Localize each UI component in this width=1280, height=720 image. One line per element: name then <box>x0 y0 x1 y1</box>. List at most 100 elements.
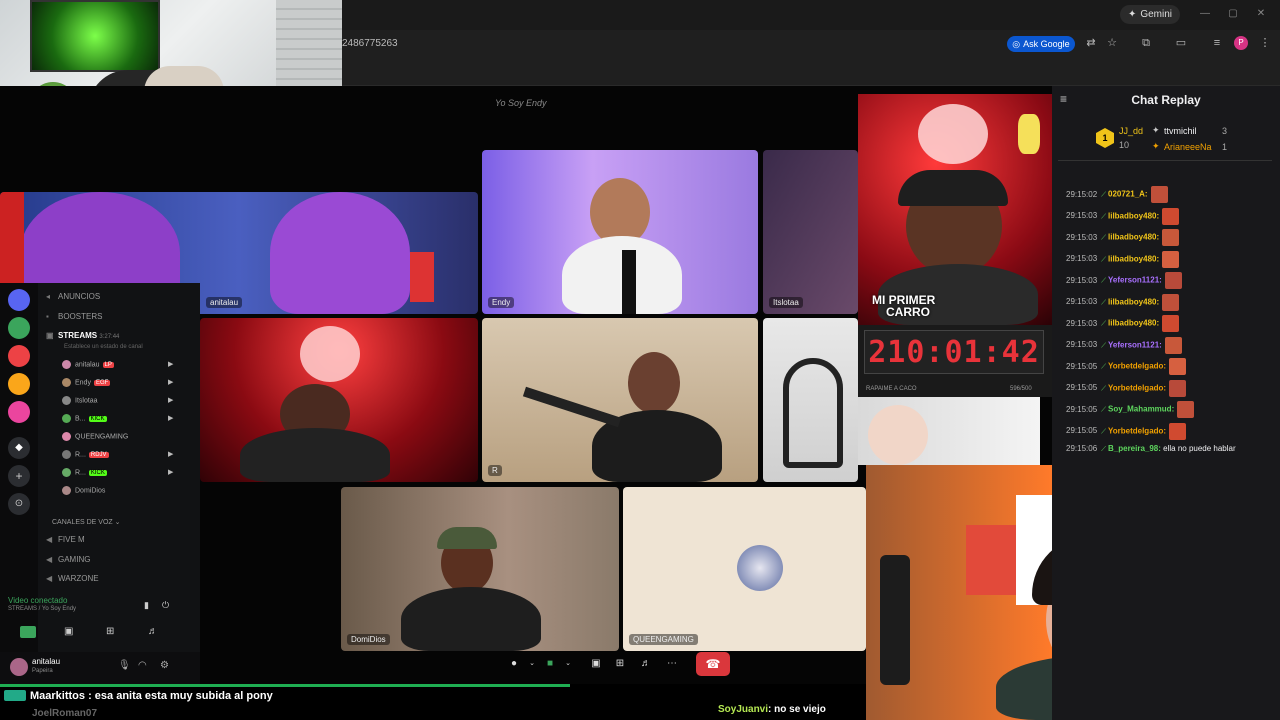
settings-gear-icon[interactable]: ⚙ <box>160 660 169 671</box>
chat-username[interactable]: Yorbetdelgado: <box>1108 383 1166 392</box>
chat-message: 29:15:03 ⟋ Yeferson1121: <box>1066 272 1182 289</box>
avatar[interactable] <box>10 658 28 676</box>
minimize-icon[interactable]: — <box>1198 8 1212 20</box>
gemini-label: Gemini <box>1140 9 1173 20</box>
server-icon[interactable] <box>8 401 30 423</box>
soundboard-icon[interactable]: ♬ <box>636 654 656 674</box>
server-icon[interactable] <box>8 373 30 395</box>
member-row[interactable]: R... KICK <box>62 468 107 477</box>
cast-icon[interactable]: ▭ <box>1174 36 1188 50</box>
member-row[interactable]: Endy EGF <box>62 378 111 387</box>
chat-badge-icon: ⟋ <box>1101 406 1108 414</box>
neon-logo <box>918 104 988 164</box>
chevron-down-icon[interactable]: ⌄ <box>522 654 542 674</box>
banner-text: MI PRIMER CARRO <box>872 293 936 319</box>
member-row[interactable]: B... KICK <box>62 414 107 423</box>
live-icon: ▶ <box>168 415 174 422</box>
ask-google-button[interactable]: ◎ Ask Google <box>1007 36 1075 52</box>
chat-username[interactable]: lilbadboy480: <box>1108 211 1159 220</box>
channel-anuncios[interactable]: ◂ ANUNCIOS <box>46 292 100 301</box>
chat-username[interactable]: 020721_A: <box>1108 190 1148 199</box>
participant-figure <box>240 428 390 482</box>
translate-icon[interactable]: ⇄ <box>1084 36 1098 50</box>
channel-boosters[interactable]: ▪ BOOSTERS <box>46 312 102 321</box>
voice-channel[interactable]: ◀ FIVE M <box>46 535 85 544</box>
sparkle-icon: ✦ <box>1127 9 1137 20</box>
mic-toggle-icon[interactable]: ● <box>504 654 524 674</box>
disconnect-icon[interactable]: ⏻ <box>162 600 169 611</box>
chat-message: 29:15:05 ⟋ Yorbetdelgado: <box>1066 422 1187 440</box>
leaderboard-count: 10 <box>1119 140 1130 150</box>
chat-timestamp: 29:15:03 <box>1066 318 1098 328</box>
hang-up-button[interactable]: ☎ <box>696 652 730 676</box>
chat-badge-icon: ⟋ <box>1101 385 1108 393</box>
chat-username[interactable]: lilbadboy480: <box>1108 319 1159 328</box>
video-tile-domidios[interactable]: DomiDios <box>341 487 619 651</box>
close-icon[interactable]: ✕ <box>1254 8 1268 20</box>
chat-timestamp: 29:15:03 <box>1066 340 1098 350</box>
screen-share-icon[interactable]: ▣ <box>64 626 73 637</box>
discover-icon[interactable]: ◆ <box>8 437 30 459</box>
camera-button[interactable] <box>20 626 36 638</box>
guest-webcam-small <box>858 397 1040 465</box>
chat-username[interactable]: lilbadboy480: <box>1108 233 1159 242</box>
address-bar[interactable]: 2486775263 <box>330 33 1280 55</box>
chat-username[interactable]: lilbadboy480: <box>1108 297 1159 306</box>
member-row[interactable]: DomiDios <box>62 486 105 495</box>
server-icon[interactable] <box>8 317 30 339</box>
explore-icon[interactable]: ⊙ <box>8 493 30 515</box>
member-row[interactable]: Itslotaa <box>62 396 98 405</box>
headphones-icon[interactable]: ◠ <box>138 660 147 671</box>
member-row[interactable]: QUEENGAMING <box>62 432 128 441</box>
category-voice[interactable]: CANALES DE VOZ ⌄ <box>52 518 121 526</box>
activities-icon[interactable]: ⊞ <box>610 654 630 674</box>
chat-timestamp: 29:15:05 <box>1066 383 1098 393</box>
server-icon[interactable] <box>8 289 30 311</box>
video-tile-chair[interactable] <box>763 318 858 482</box>
chat-username[interactable]: B_pereira_98: <box>1108 444 1161 453</box>
bookmark-star-icon[interactable]: ☆ <box>1105 36 1119 50</box>
chat-username[interactable]: Yeferson1121: <box>1108 276 1162 285</box>
server-icon[interactable] <box>8 345 30 367</box>
extensions-icon[interactable]: ⧉ <box>1139 36 1153 50</box>
channel-streams[interactable]: ▣ STREAMS 3:27:44 <box>46 331 119 340</box>
kebab-menu-icon[interactable]: ⋮ <box>1258 36 1272 50</box>
leaderboard-rank-icon: ✦ <box>1152 125 1160 135</box>
video-tile-queengaming[interactable]: QUEENGAMING <box>623 487 866 651</box>
chat-username[interactable]: Soy_Mahammud: <box>1108 405 1174 414</box>
overlay-chat-message-right: SoyJuanvi: no se viejo <box>718 704 826 715</box>
member-row[interactable]: anitalau LP <box>62 360 114 369</box>
chat-username[interactable]: Yorbetdelgado: <box>1108 426 1166 435</box>
video-tile-red-room[interactable] <box>200 318 478 482</box>
soundboard-icon[interactable]: ♬ <box>148 626 158 637</box>
video-tile-itslotaa[interactable]: Itslotaa <box>763 150 858 314</box>
chevron-down-icon[interactable]: ⌄ <box>558 654 578 674</box>
emote-icon <box>1169 358 1187 375</box>
activities-icon[interactable]: ⊞ <box>106 626 114 637</box>
mic-icon[interactable]: 🎙︎ <box>118 660 131 671</box>
add-server-icon[interactable]: + <box>8 465 30 487</box>
maximize-icon[interactable]: ▢ <box>1226 8 1240 20</box>
queue-icon[interactable]: ≡ <box>1210 36 1224 50</box>
chat-message: 29:15:06 ⟋ B_pereira_98: ella no puede ha… <box>1066 444 1236 454</box>
video-tile-r[interactable]: R <box>482 318 758 482</box>
chat-badge-icon: ⟋ <box>1101 234 1108 242</box>
user-status: Papeira <box>32 668 53 674</box>
chat-timestamp: 29:15:02 <box>1066 189 1098 199</box>
gemini-button[interactable]: ✦ Gemini <box>1120 5 1180 24</box>
participant-head <box>628 352 680 414</box>
screen-share-icon[interactable]: ▣ <box>586 654 606 674</box>
chat-username[interactable]: lilbadboy480: <box>1108 254 1159 263</box>
video-tile-endy[interactable]: Endy <box>482 150 758 314</box>
member-row[interactable]: R... RDJV <box>62 450 109 459</box>
chat-badge-icon: ⟋ <box>1101 342 1108 350</box>
profile-avatar[interactable]: P <box>1234 36 1248 50</box>
chat-username[interactable]: Yorbetdelgado: <box>1108 362 1166 371</box>
more-options-icon[interactable]: ⋯ <box>662 654 682 674</box>
channel-status-hint[interactable]: Establece un estado de canal <box>64 344 143 350</box>
chat-username[interactable]: Yeferson1121: <box>1108 340 1162 349</box>
voice-channel[interactable]: ◀ WARZONE <box>46 574 99 583</box>
voice-channel[interactable]: ◀ GAMING <box>46 555 90 564</box>
chevron-down-icon: ⌄ <box>114 519 121 526</box>
camera-toggle-icon[interactable]: ■ <box>540 654 560 674</box>
